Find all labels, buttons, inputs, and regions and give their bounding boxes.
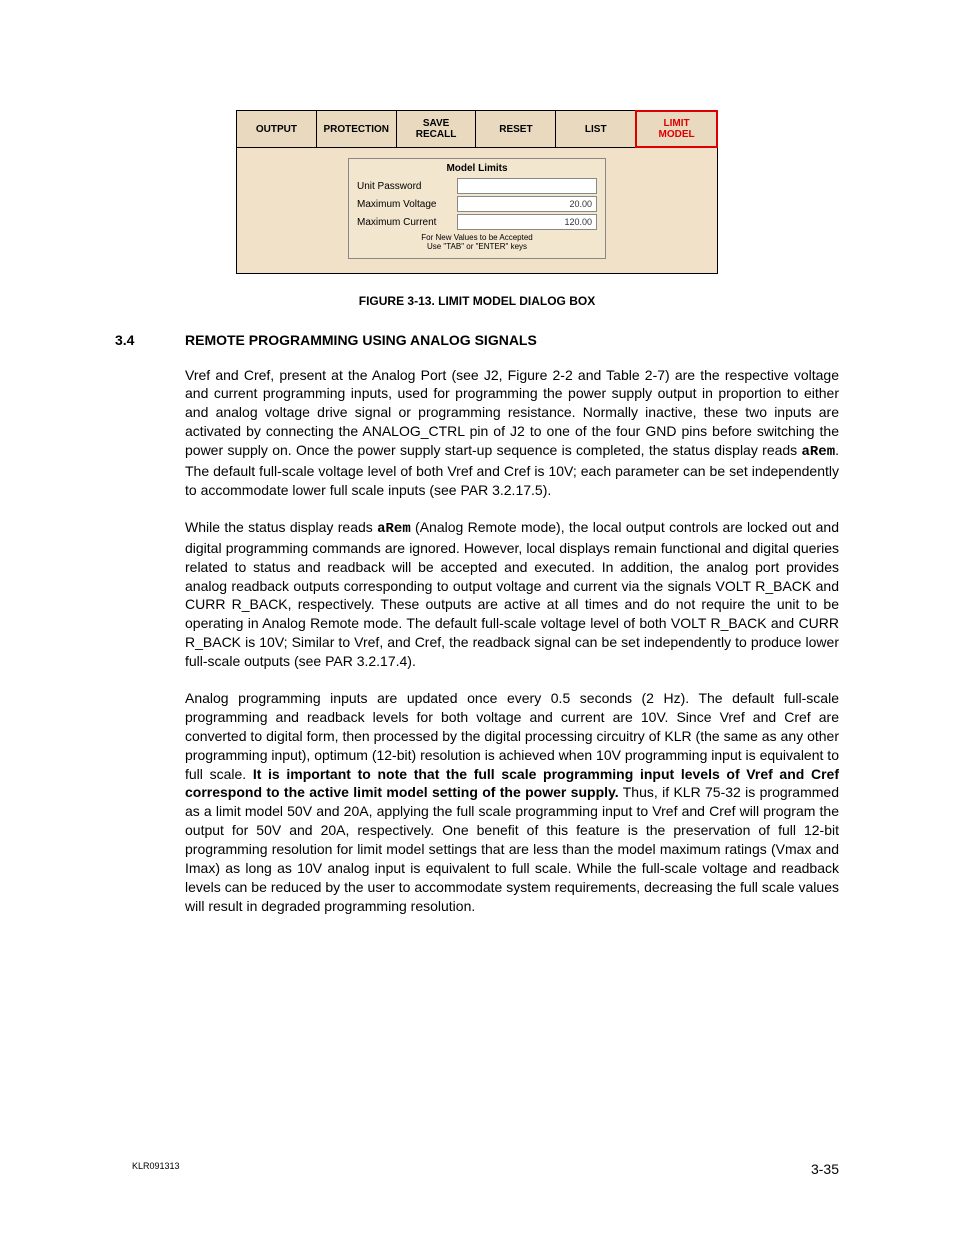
paragraph-2: While the status display reads aRem (Ana… xyxy=(185,518,839,671)
unit-password-field[interactable] xyxy=(457,178,597,194)
dialog-toolbar: OUTPUT PROTECTION SAVE RECALL RESET LIST… xyxy=(237,111,717,148)
paragraph-1: Vref and Cref, present at the Analog Por… xyxy=(185,366,839,500)
limit-model-button[interactable]: LIMIT MODEL xyxy=(635,110,718,148)
save-recall-button[interactable]: SAVE RECALL xyxy=(397,111,477,147)
section-number: 3.4 xyxy=(115,332,185,348)
arem-code: aRem xyxy=(802,444,836,460)
page-number: 3-35 xyxy=(811,1161,839,1177)
output-button[interactable]: OUTPUT xyxy=(237,111,317,147)
panel-title: Model Limits xyxy=(357,163,597,174)
max-current-label: Maximum Current xyxy=(357,217,457,228)
reset-button[interactable]: RESET xyxy=(476,111,556,147)
max-current-field[interactable]: 120.00 xyxy=(457,214,597,230)
figure-caption: FIGURE 3-13. LIMIT MODEL DIALOG BOX xyxy=(115,294,839,308)
doc-id: KLR091313 xyxy=(132,1161,180,1177)
protection-button[interactable]: PROTECTION xyxy=(317,111,397,147)
panel-note: For New Values to be AcceptedUse "TAB" o… xyxy=(357,234,597,252)
model-limits-panel: Model Limits Unit Password Maximum Volta… xyxy=(348,158,606,259)
section-title: REMOTE PROGRAMMING USING ANALOG SIGNALS xyxy=(185,332,537,348)
list-button[interactable]: LIST xyxy=(556,111,636,147)
unit-password-label: Unit Password xyxy=(357,181,457,192)
max-voltage-field[interactable]: 20.00 xyxy=(457,196,597,212)
body-text: Vref and Cref, present at the Analog Por… xyxy=(185,366,839,916)
arem-code: aRem xyxy=(377,521,411,537)
paragraph-3: Analog programming inputs are updated on… xyxy=(185,689,839,916)
limit-model-dialog: OUTPUT PROTECTION SAVE RECALL RESET LIST… xyxy=(236,110,718,274)
max-voltage-label: Maximum Voltage xyxy=(357,199,457,210)
